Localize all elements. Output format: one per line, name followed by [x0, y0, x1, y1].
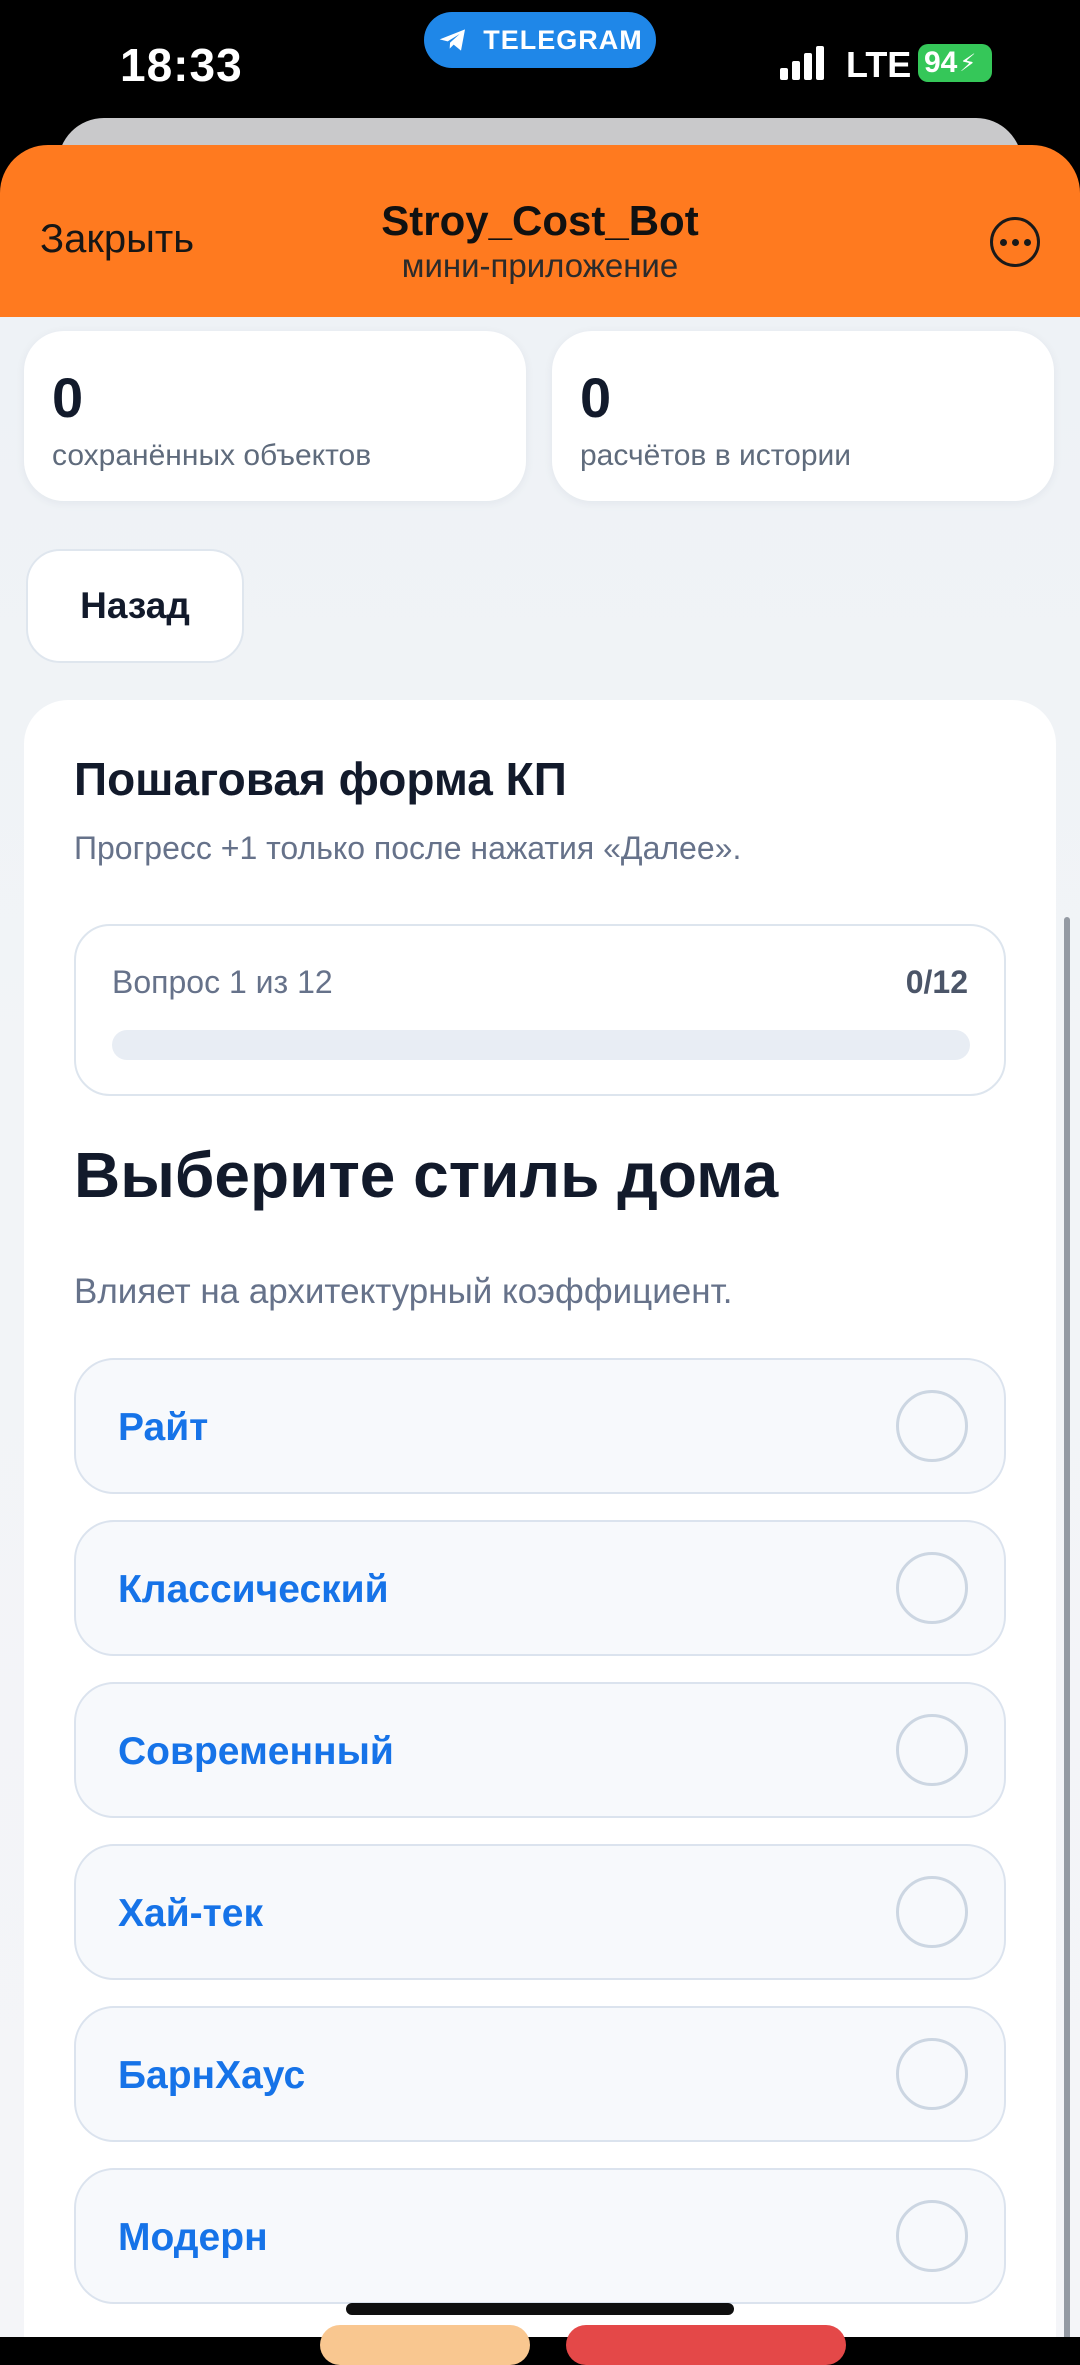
option-barnhouse[interactable]: БарнХаус — [74, 2006, 1006, 2142]
style-options: Райт Классический Современный Хай-тек Ба… — [74, 1358, 1006, 2330]
radio-icon[interactable] — [896, 2038, 968, 2110]
option-label: Хай-тек — [118, 1892, 263, 1935]
option-classic[interactable]: Классический — [74, 1520, 1006, 1656]
bottom-action-peek[interactable] — [566, 2325, 846, 2365]
bottom-action-peek[interactable] — [320, 2325, 530, 2365]
option-label: БарнХаус — [118, 2054, 306, 2097]
form-card: Пошаговая форма КП Прогресс +1 только по… — [24, 700, 1056, 2337]
telegram-pill[interactable]: TELEGRAM — [424, 12, 656, 68]
telegram-icon — [439, 29, 466, 51]
saved-objects-label: сохранённых объектов — [52, 439, 372, 472]
network-type: LTE — [846, 44, 912, 85]
telegram-label: TELEGRAM — [483, 24, 643, 55]
app-content: 0 сохранённых объектов 0 расчётов в исто… — [0, 317, 1080, 2337]
question-counter: Вопрос 1 из 12 — [112, 964, 333, 1000]
history-calcs-count: 0 — [580, 366, 612, 429]
home-indicator[interactable] — [346, 2303, 734, 2315]
question-hint: Влияет на архитектурный коэффициент. — [74, 1272, 733, 1311]
progress-bar — [112, 1030, 970, 1060]
option-label: Райт — [118, 1406, 209, 1449]
option-modern-contemporary[interactable]: Современный — [74, 1682, 1006, 1818]
history-calcs-label: расчётов в истории — [580, 439, 852, 472]
header-title-block: Stroy_Cost_Bot мини-приложение — [0, 197, 1080, 285]
progress-count: 0/12 — [905, 964, 968, 1000]
status-time: 18:33 — [120, 39, 243, 91]
question-title: Выберите стиль дома — [74, 1139, 779, 1211]
bot-title: Stroy_Cost_Bot — [381, 197, 699, 244]
option-label: Модерн — [118, 2216, 268, 2259]
radio-icon[interactable] — [896, 1714, 968, 1786]
option-art-nouveau[interactable]: Модерн — [74, 2168, 1006, 2304]
saved-objects-count: 0 — [52, 366, 84, 429]
scrollbar[interactable] — [1064, 917, 1070, 2337]
radio-icon[interactable] — [896, 2200, 968, 2272]
option-label: Современный — [118, 1730, 394, 1773]
saved-objects-stat: 0 сохранённых объектов — [24, 331, 526, 501]
option-hi-tech[interactable]: Хай-тек — [74, 1844, 1006, 1980]
bot-subtitle: мини-приложение — [401, 247, 679, 284]
option-wright[interactable]: Райт — [74, 1358, 1006, 1494]
option-label: Классический — [118, 1568, 389, 1611]
radio-icon[interactable] — [896, 1552, 968, 1624]
cellular-signal-icon — [780, 46, 824, 80]
battery-indicator: 94 ⚡ — [918, 44, 992, 82]
battery-level: 94 — [924, 46, 958, 79]
more-dots-icon[interactable] — [990, 217, 1040, 267]
radio-icon[interactable] — [896, 1390, 968, 1462]
form-title: Пошаговая форма КП — [74, 753, 567, 805]
history-calcs-stat: 0 расчётов в истории — [552, 331, 1054, 501]
back-button[interactable]: Назад — [26, 549, 244, 663]
charging-bolt-icon: ⚡ — [959, 49, 977, 77]
radio-icon[interactable] — [896, 1876, 968, 1948]
status-bar: 18:33 TELEGRAM LTE 94 ⚡ — [0, 0, 1080, 130]
progress-panel: Вопрос 1 из 12 0/12 — [74, 924, 1006, 1096]
form-subtitle: Прогресс +1 только после нажатия «Далее»… — [74, 830, 742, 866]
app-header: Закрыть Stroy_Cost_Bot мини-приложение — [0, 145, 1080, 317]
